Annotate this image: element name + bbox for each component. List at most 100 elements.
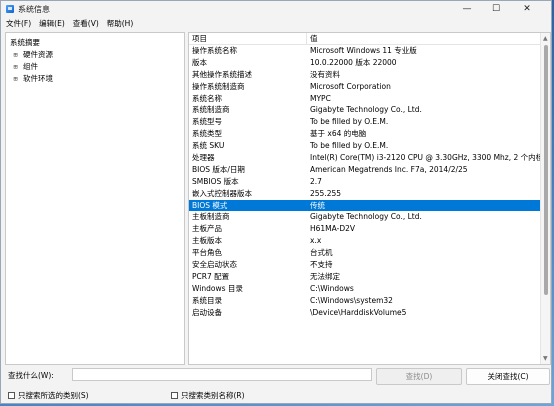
- checkbox-box[interactable]: [171, 392, 178, 399]
- row-value-cell: C:\Windows\system32: [310, 295, 393, 305]
- tree-item-label: 软件环境: [23, 74, 53, 83]
- table-row[interactable]: SMBIOS 版本 2.7: [189, 176, 541, 188]
- row-item-cell: 系统型号: [192, 117, 222, 127]
- menu-help[interactable]: 帮助(H): [107, 18, 134, 29]
- row-item-cell: PCR7 配置: [192, 271, 230, 281]
- row-item-cell: 系统名称: [192, 93, 222, 103]
- table-row[interactable]: 主板版本 x.x: [189, 235, 541, 247]
- table-row[interactable]: 系统目录 C:\Windows\system32: [189, 295, 541, 307]
- table-row[interactable]: 嵌入式控制器版本 255.255: [189, 188, 541, 200]
- row-item-cell: 系统目录: [192, 295, 222, 305]
- close-button[interactable]: ✕: [513, 1, 541, 17]
- row-value-cell: 不支持: [310, 260, 333, 270]
- tree-item-hardware-resources[interactable]: ⊞ 硬件资源: [12, 49, 53, 61]
- menu-edit[interactable]: 编辑(E): [39, 18, 65, 29]
- expand-icon[interactable]: ⊞: [12, 51, 19, 59]
- row-value-cell: 2.7: [310, 176, 322, 186]
- table-row[interactable]: 版本 10.0.22000 版本 22000: [189, 57, 541, 69]
- close-find-button[interactable]: 关闭查找(C): [466, 368, 550, 385]
- row-item-cell: 平台角色: [192, 248, 222, 258]
- row-item-cell: 系统类型: [192, 129, 222, 139]
- find-input[interactable]: [72, 368, 372, 381]
- row-item-cell: 主板版本: [192, 236, 222, 246]
- window-title: 系统信息: [18, 5, 50, 14]
- column-header-value[interactable]: 值: [307, 33, 541, 45]
- row-item-cell: 处理器: [192, 153, 215, 163]
- row-value-cell: \Device\HarddiskVolume5: [310, 307, 407, 317]
- find-label: 查找什么(W):: [8, 371, 54, 380]
- table-row[interactable]: BIOS 模式 传统: [189, 199, 541, 212]
- list-rows: 操作系统名称 Microsoft Windows 11 专业版 版本 10.0.220…: [189, 45, 541, 318]
- row-value-cell: 255.255: [310, 188, 342, 198]
- tree-item-label: 硬件资源: [23, 50, 53, 59]
- maximize-button[interactable]: ☐: [482, 1, 510, 17]
- row-item-cell: 系统 SKU: [192, 141, 225, 151]
- find-panel: 查找什么(W): 查找(D) 关闭查找(C) 只搜索所选的类别(S) 只搜索类别…: [1, 367, 551, 405]
- table-row[interactable]: 系统名称 MYPC: [189, 93, 541, 105]
- row-value-cell: Gigabyte Technology Co., Ltd.: [310, 105, 422, 115]
- expand-icon[interactable]: ⊞: [12, 63, 19, 71]
- menu-view[interactable]: 查看(V): [73, 18, 99, 29]
- table-row[interactable]: 平台角色 台式机: [189, 247, 541, 259]
- row-value-cell: Intel(R) Core(TM) i3-2120 CPU @ 3.30GHz,…: [310, 153, 541, 163]
- table-row[interactable]: 主板产品 H61MA-D2V: [189, 223, 541, 235]
- row-value-cell: 无法绑定: [310, 271, 340, 281]
- row-item-cell: Windows 目录: [192, 283, 243, 293]
- search-selected-category-checkbox[interactable]: 只搜索所选的类别(S): [8, 390, 89, 401]
- table-row[interactable]: 主板制造商 Gigabyte Technology Co., Ltd.: [189, 211, 541, 223]
- table-row[interactable]: 系统 SKU To be filled by O.E.M.: [189, 140, 541, 152]
- table-row[interactable]: 系统制造商 Gigabyte Technology Co., Ltd.: [189, 104, 541, 116]
- checkbox-box[interactable]: [8, 392, 15, 399]
- table-row[interactable]: 操作系统名称 Microsoft Windows 11 专业版: [189, 45, 541, 57]
- table-row[interactable]: 安全启动状态 不支持: [189, 259, 541, 271]
- tree-item-system-summary[interactable]: 系统摘要: [10, 37, 40, 49]
- row-value-cell: C:\Windows: [310, 283, 354, 293]
- find-button[interactable]: 查找(D): [376, 368, 462, 385]
- row-item-cell: SMBIOS 版本: [192, 176, 239, 186]
- row-value-cell: 台式机: [310, 248, 333, 258]
- table-row[interactable]: Windows 目录 C:\Windows: [189, 283, 541, 295]
- row-item-cell: 系统制造商: [192, 105, 230, 115]
- scroll-down-icon[interactable]: ▼: [543, 355, 548, 362]
- details-list: 项目 值 操作系统名称 Microsoft Windows 11 专业版 版本 10.…: [188, 32, 551, 365]
- row-value-cell: American Megatrends Inc. F7a, 2014/2/25: [310, 164, 468, 174]
- row-value-cell: To be filled by O.E.M.: [310, 117, 389, 127]
- checkbox-label: 只搜索类别名称(R): [181, 391, 245, 400]
- system-info-window: 系统信息 — ☐ ✕ 文件(F) 编辑(E) 查看(V) 帮助(H) 系统摘要 …: [0, 0, 552, 404]
- row-value-cell: 10.0.22000 版本 22000: [310, 57, 397, 67]
- column-header-item[interactable]: 项目: [189, 33, 307, 45]
- row-value-cell: Microsoft Corporation: [310, 81, 391, 91]
- system-info-app-icon: [6, 5, 14, 13]
- table-row[interactable]: BIOS 版本/日期 American Megatrends Inc. F7a, …: [189, 164, 541, 176]
- menu-file[interactable]: 文件(F): [6, 18, 31, 29]
- table-row[interactable]: 其他操作系统描述 没有资料: [189, 69, 541, 81]
- row-item-cell: 启动设备: [192, 307, 222, 317]
- row-item-cell: 嵌入式控制器版本: [192, 188, 252, 198]
- title-bar[interactable]: 系统信息 — ☐ ✕: [1, 1, 551, 17]
- row-value-cell: x.x: [310, 236, 322, 246]
- search-category-names-checkbox[interactable]: 只搜索类别名称(R): [171, 390, 245, 401]
- table-row[interactable]: 系统型号 To be filled by O.E.M.: [189, 116, 541, 128]
- row-item-cell: BIOS 模式: [192, 200, 228, 210]
- table-row[interactable]: 系统类型 基于 x64 的电脑: [189, 128, 541, 140]
- table-row[interactable]: 操作系统制造商 Microsoft Corporation: [189, 81, 541, 93]
- category-tree: 系统摘要 ⊞ 硬件资源 ⊞ 组件 ⊞ 软件环境: [5, 32, 185, 365]
- menu-bar: 文件(F) 编辑(E) 查看(V) 帮助(H): [1, 17, 551, 29]
- row-value-cell: MYPC: [310, 93, 331, 103]
- table-row[interactable]: 处理器 Intel(R) Core(TM) i3-2120 CPU @ 3.30G…: [189, 152, 541, 164]
- tree-item-software-environment[interactable]: ⊞ 软件环境: [12, 73, 53, 85]
- scroll-up-icon[interactable]: ▲: [543, 35, 548, 42]
- scrollbar-thumb[interactable]: [544, 45, 548, 295]
- minimize-button[interactable]: —: [453, 1, 481, 17]
- tree-item-label: 系统摘要: [10, 38, 40, 47]
- list-header: 项目 值: [189, 33, 541, 45]
- expand-icon[interactable]: ⊞: [12, 75, 19, 83]
- row-value-cell: Gigabyte Technology Co., Ltd.: [310, 212, 422, 222]
- row-item-cell: 操作系统名称: [192, 46, 237, 55]
- table-row[interactable]: 启动设备 \Device\HarddiskVolume5: [189, 307, 541, 319]
- vertical-scrollbar[interactable]: ▲ ▼: [540, 33, 550, 364]
- row-value-cell: H61MA-D2V: [310, 224, 356, 234]
- tree-item-components[interactable]: ⊞ 组件: [12, 61, 38, 73]
- table-row[interactable]: PCR7 配置 无法绑定: [189, 271, 541, 283]
- row-item-cell: 安全启动状态: [192, 260, 237, 270]
